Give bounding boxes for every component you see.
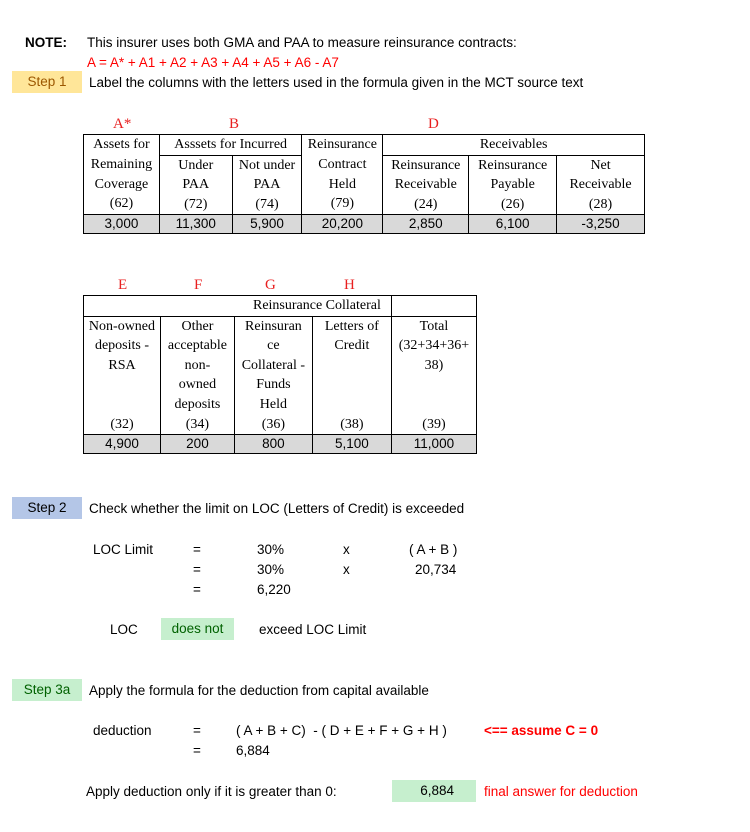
code-cell: (32) bbox=[83, 414, 161, 436]
deduction-value: 6,884 bbox=[236, 743, 270, 758]
code-cell: (39) bbox=[390, 414, 478, 436]
equals-sign: = bbox=[193, 743, 201, 758]
value-cell: 5,900 bbox=[231, 214, 303, 235]
equals-sign: = bbox=[193, 562, 201, 577]
step3a-text: Apply the formula for the deduction from… bbox=[89, 683, 429, 698]
letter-d: D bbox=[428, 116, 439, 132]
note-label: NOTE: bbox=[25, 35, 67, 50]
letter-h: H bbox=[344, 277, 355, 293]
col-header: Net Receivable (28) bbox=[556, 154, 645, 215]
value-cell: 200 bbox=[159, 434, 235, 455]
col-header: Remaining Coverage (62) bbox=[83, 155, 160, 215]
code-cell: (34) bbox=[159, 414, 235, 436]
pct-value: 30% bbox=[257, 542, 285, 557]
group-header-collateral: Reinsurance Collateral bbox=[83, 295, 392, 317]
letter-e: E bbox=[118, 277, 128, 293]
equals-sign: = bbox=[193, 542, 201, 557]
pct-value: 30% bbox=[257, 562, 285, 577]
col-header: Assets for bbox=[83, 134, 160, 156]
col-header: Reinsurance Receivable (24) bbox=[382, 154, 470, 215]
letter-f: F bbox=[194, 277, 203, 293]
final-answer-label: final answer for deduction bbox=[484, 784, 638, 799]
code-cell: (38) bbox=[311, 414, 392, 436]
col-header: Non-owned deposits - RSA bbox=[83, 315, 161, 415]
loc-limit-label: LOC Limit bbox=[93, 542, 154, 557]
col-header: Not under PAA (74) bbox=[231, 154, 303, 215]
col-header: Letters of Credit bbox=[311, 315, 392, 415]
deduction-label: deduction bbox=[93, 723, 152, 738]
step2-text: Check whether the limit on LOC (Letters … bbox=[89, 501, 465, 516]
letter-a-star: A* bbox=[113, 116, 132, 132]
ab-value: 20,734 bbox=[415, 562, 457, 577]
assets-receivables-table: Assets for Asssets for Incurred Reinsura… bbox=[83, 134, 645, 235]
value-cell: 6,100 bbox=[468, 214, 558, 235]
col-header: Other acceptable non-owned deposits bbox=[159, 315, 235, 415]
times-sign: x bbox=[343, 562, 350, 577]
value-cell: 5,100 bbox=[311, 434, 392, 455]
col-header: Contract Held (79) bbox=[301, 155, 384, 215]
equals-sign: = bbox=[193, 582, 201, 597]
code-cell: (36) bbox=[233, 414, 313, 436]
group-header-assets-incurred: Asssets for Incurred bbox=[158, 134, 303, 156]
deduction-formula: ( A + B + C) - ( D + E + F + G + H ) bbox=[236, 723, 447, 738]
value-cell: 3,000 bbox=[83, 214, 160, 235]
value-cell: 11,300 bbox=[158, 214, 233, 235]
final-deduction-value: 6,884 bbox=[392, 780, 476, 802]
assumption-note: <== assume C = 0 bbox=[484, 723, 599, 738]
value-cell: 4,900 bbox=[83, 434, 161, 455]
loc-label: LOC bbox=[110, 622, 138, 637]
col-header: Total (32+34+36+ 38) bbox=[390, 315, 478, 415]
col-header: Reinsurance bbox=[301, 134, 384, 156]
ab-expression: ( A + B ) bbox=[409, 542, 458, 557]
step1-badge: Step 1 bbox=[12, 71, 82, 93]
value-cell: 20,200 bbox=[301, 214, 384, 235]
step3a-badge: Step 3a bbox=[12, 679, 82, 701]
collateral-table: Reinsurance Collateral Non-owned deposits… bbox=[83, 295, 478, 455]
value-cell: 11,000 bbox=[390, 434, 478, 455]
col-header: Reinsuran ce Collateral - Funds Held bbox=[233, 315, 313, 415]
apply-deduction-text: Apply deduction only if it is greater th… bbox=[86, 784, 337, 799]
loc-result-text: exceed LOC Limit bbox=[259, 622, 367, 637]
col-header: Under PAA (72) bbox=[158, 154, 233, 215]
note-text: This insurer uses both GMA and PAA to me… bbox=[87, 35, 517, 50]
loc-result-badge: does not bbox=[161, 618, 234, 640]
step2-badge: Step 2 bbox=[12, 497, 82, 519]
value-cell: -3,250 bbox=[556, 214, 645, 235]
empty-header bbox=[390, 295, 478, 317]
value-cell: 2,850 bbox=[382, 214, 470, 235]
letter-b: B bbox=[229, 116, 240, 132]
group-header-receivables: Receivables bbox=[382, 134, 645, 156]
letter-g: G bbox=[265, 277, 276, 293]
equals-sign: = bbox=[193, 723, 201, 738]
col-header: Reinsurance Payable (26) bbox=[468, 154, 558, 215]
step1-text: Label the columns with the letters used … bbox=[89, 75, 584, 90]
value-cell: 800 bbox=[233, 434, 313, 455]
loc-limit-value: 6,220 bbox=[257, 582, 291, 597]
note-formula: A = A* + A1 + A2 + A3 + A4 + A5 + A6 - A… bbox=[87, 55, 339, 70]
times-sign: x bbox=[343, 542, 350, 557]
